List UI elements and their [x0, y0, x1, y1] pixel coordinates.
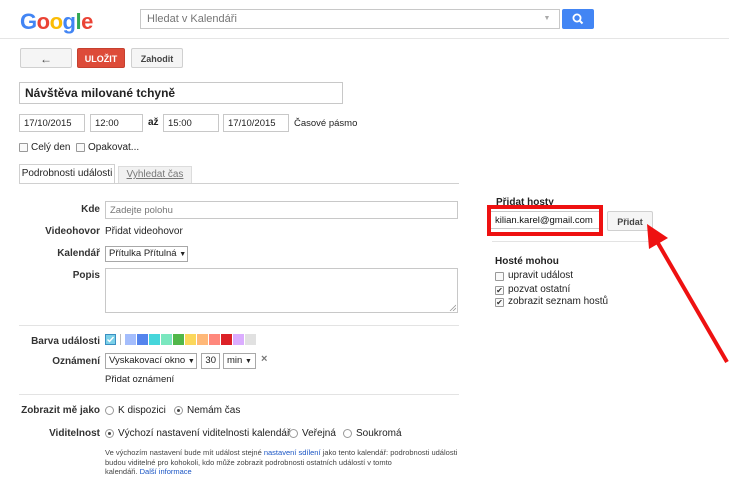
annotation-arrow-icon [647, 224, 729, 364]
